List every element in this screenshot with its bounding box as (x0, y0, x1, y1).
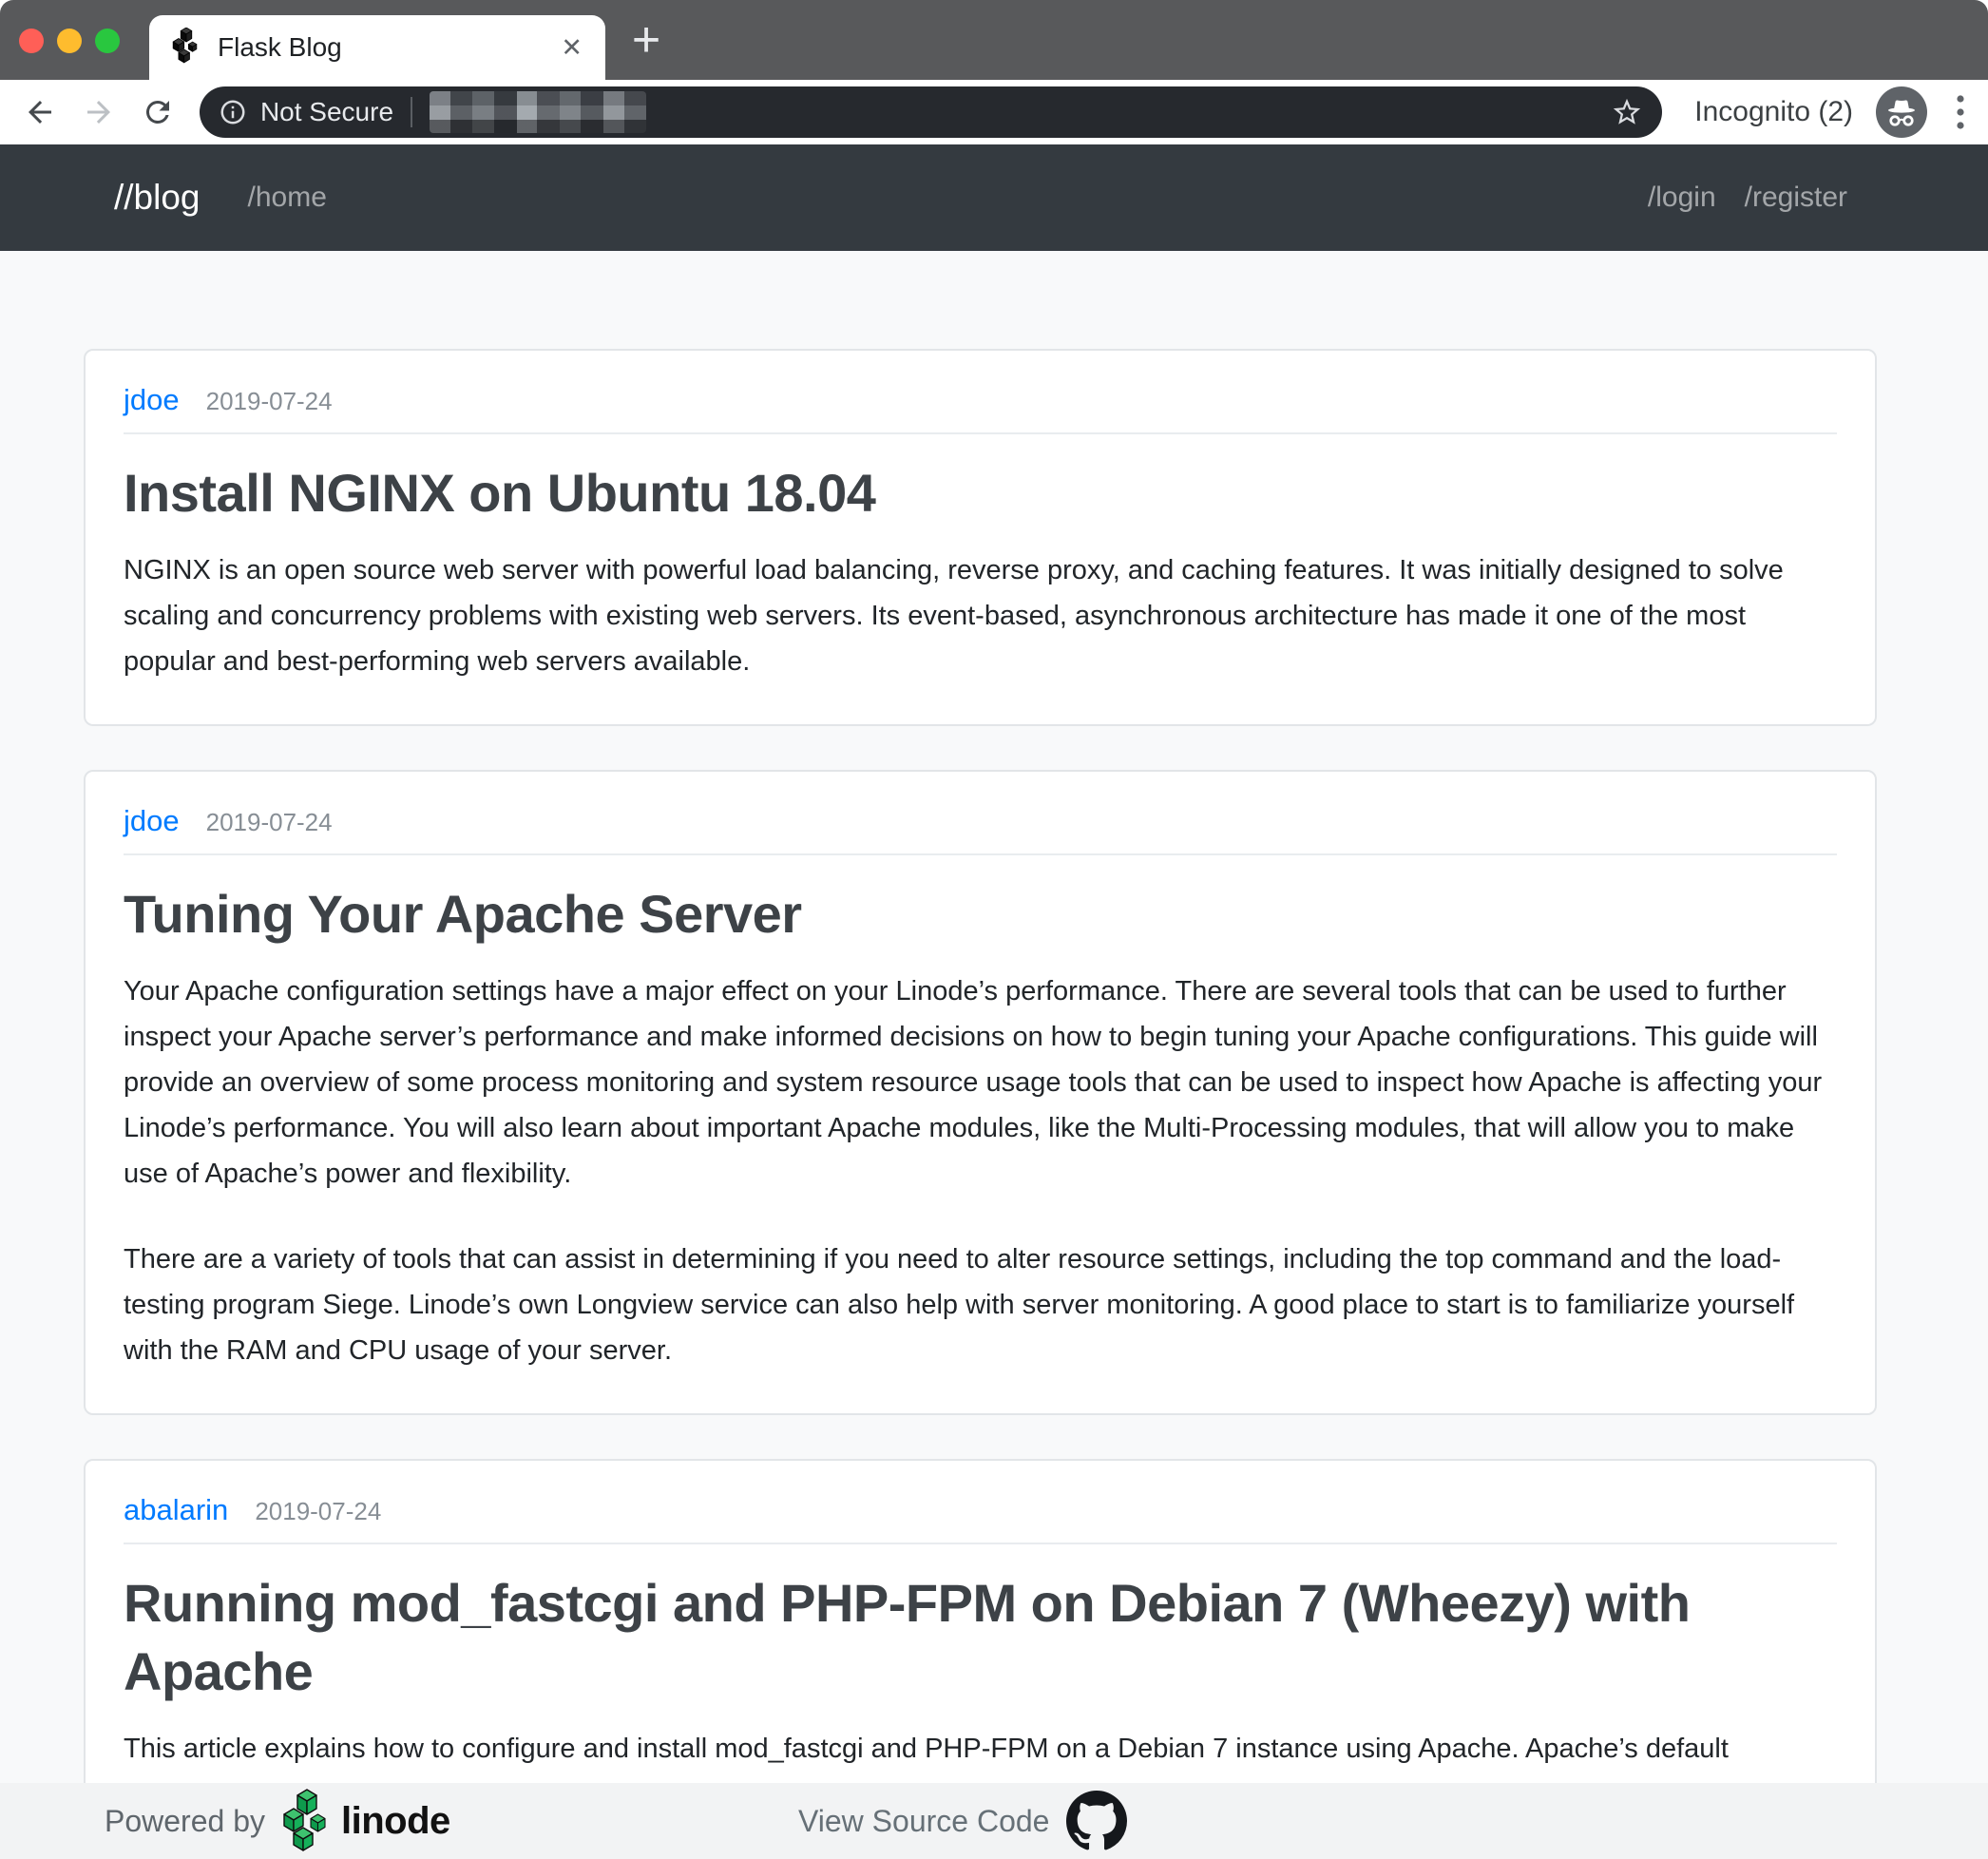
post-paragraph: Your Apache configuration settings have … (124, 968, 1837, 1197)
forward-icon[interactable] (80, 93, 118, 131)
address-bar[interactable]: Not Secure (200, 86, 1662, 138)
window-zoom-button[interactable] (95, 29, 120, 53)
favicon-linode-cube-icon (172, 28, 201, 68)
view-source-link[interactable]: View Source Code (798, 1783, 1127, 1859)
post-paragraph: NGINX is an open source web server with … (124, 547, 1837, 684)
browser-toolbar: Not Secure Incognito (2) (0, 80, 1988, 144)
traffic-lights (19, 29, 120, 53)
post-author-link[interactable]: jdoe (124, 383, 180, 417)
github-icon (1066, 1791, 1127, 1851)
page-content: jdoe 2019-07-24 Install NGINX on Ubuntu … (0, 251, 1988, 1859)
post-title: Tuning Your Apache Server (124, 880, 1837, 949)
page-footer: Powered by linode View Source Code (0, 1783, 1988, 1859)
nav-link-login[interactable]: /login (1648, 182, 1716, 214)
incognito-icon (1876, 86, 1927, 138)
linode-wordmark: linode (341, 1800, 450, 1843)
omnibox-divider (411, 97, 412, 127)
browser-tab[interactable]: Flask Blog ✕ (149, 15, 605, 80)
tab-title: Flask Blog (218, 32, 561, 63)
post-author-link[interactable]: abalarin (124, 1493, 228, 1527)
new-tab-button[interactable]: + (620, 13, 673, 67)
security-label: Not Secure (260, 97, 393, 127)
tab-close-icon[interactable]: ✕ (561, 35, 583, 61)
post-divider (124, 853, 1837, 855)
browser-menu-icon[interactable] (1956, 93, 1965, 131)
post-card: jdoe 2019-07-24 Tuning Your Apache Serve… (84, 770, 1877, 1415)
nav-link-register[interactable]: /register (1745, 182, 1847, 214)
incognito-label: Incognito (2) (1694, 96, 1853, 128)
post-card: jdoe 2019-07-24 Install NGINX on Ubuntu … (84, 349, 1877, 726)
post-paragraph: There are a variety of tools that can as… (124, 1236, 1837, 1373)
bookmark-star-icon[interactable] (1611, 96, 1643, 128)
reload-icon[interactable] (139, 93, 177, 131)
window-close-button[interactable] (19, 29, 44, 53)
post-divider (124, 432, 1837, 434)
site-navbar: //blog /home /login /register (0, 144, 1988, 251)
window-minimize-button[interactable] (57, 29, 82, 53)
post-date: 2019-07-24 (206, 808, 333, 837)
nav-link-home[interactable]: /home (248, 182, 327, 214)
browser-window: Flask Blog ✕ + Not Secure Incognito (0, 0, 1988, 1859)
powered-by-linode[interactable]: Powered by linode (105, 1783, 450, 1859)
navbar-brand[interactable]: //blog (114, 178, 201, 218)
tab-strip: Flask Blog ✕ + (0, 0, 1988, 80)
post-title: Running mod_fastcgi and PHP-FPM on Debia… (124, 1569, 1837, 1708)
post-date: 2019-07-24 (255, 1497, 381, 1526)
view-source-label: View Source Code (798, 1804, 1049, 1839)
redacted-url (430, 91, 646, 133)
post-author-link[interactable]: jdoe (124, 804, 180, 838)
post-divider (124, 1543, 1837, 1544)
back-icon[interactable] (21, 93, 59, 131)
post-date: 2019-07-24 (206, 387, 333, 416)
post-title: Install NGINX on Ubuntu 18.04 (124, 459, 1837, 528)
linode-logo-icon (282, 1789, 332, 1853)
powered-by-label: Powered by (105, 1804, 265, 1839)
info-icon[interactable] (219, 98, 247, 126)
